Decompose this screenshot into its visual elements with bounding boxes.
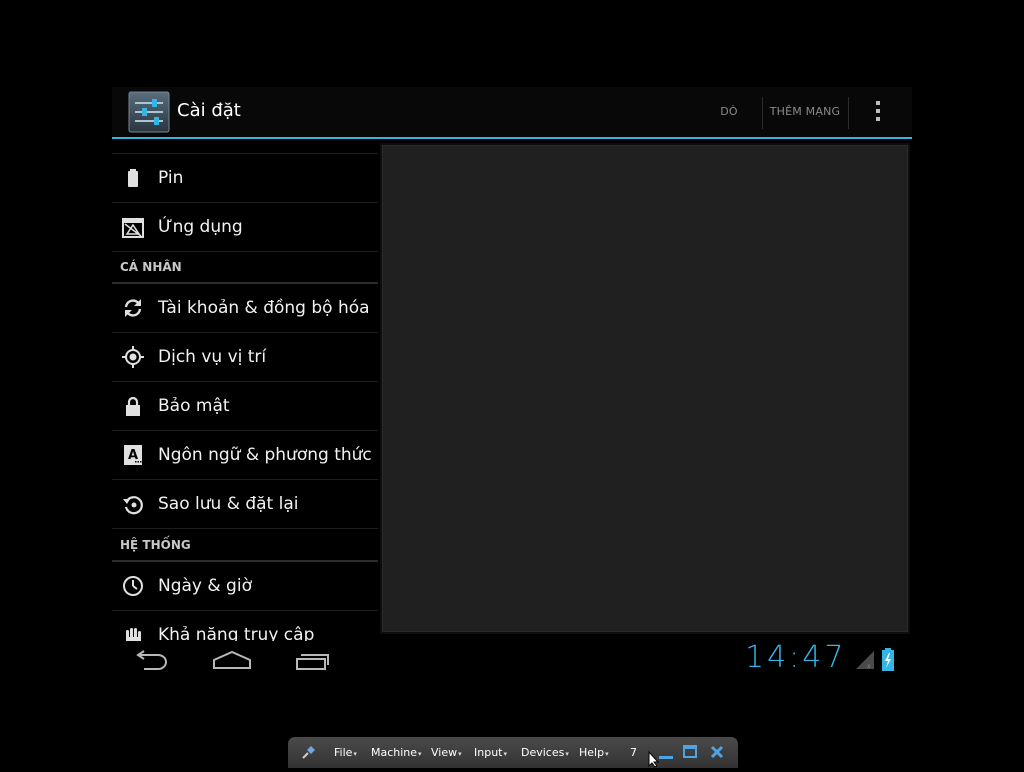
add-network-button[interactable]: THÊM MẠNG — [763, 87, 847, 137]
scan-button[interactable]: DÒ — [704, 87, 754, 137]
svg-text:x: x — [867, 663, 871, 670]
page-title: Cài đặt — [177, 100, 241, 121]
language-icon: A — [122, 444, 144, 466]
settings-item-label: Sao lưu & đặt lại — [158, 494, 299, 514]
home-icon[interactable] — [212, 650, 252, 674]
detail-pane — [380, 143, 910, 634]
settings-item-label: Ứng dụng — [158, 217, 243, 237]
action-bar-underline — [112, 137, 912, 139]
settings-item-backup-reset[interactable]: Sao lưu & đặt lại — [112, 480, 378, 529]
backup-restore-icon — [122, 493, 144, 515]
hand-icon — [122, 624, 144, 641]
menu-view[interactable]: View — [431, 746, 462, 759]
settings-item-label: Bảo mật — [158, 396, 230, 416]
settings-item-location[interactable]: Dịch vụ vị trí — [112, 333, 378, 382]
settings-item-accessibility[interactable]: Khả năng truy cập — [112, 611, 378, 641]
status-clock: 14:47 — [745, 640, 847, 675]
settings-item-date-time[interactable]: Ngày & giờ — [112, 562, 378, 611]
settings-item-accounts-sync[interactable]: Tài khoản & đồng bộ hóa — [112, 284, 378, 333]
apps-icon — [122, 216, 144, 238]
vm-number-label: 7 — [630, 746, 637, 759]
settings-item-label: Ngôn ngữ & phương thức — [158, 445, 372, 465]
menu-help[interactable]: Help — [579, 746, 609, 759]
close-icon[interactable] — [709, 744, 725, 764]
mouse-cursor-icon — [648, 750, 660, 772]
back-icon[interactable] — [134, 650, 170, 676]
menu-file[interactable]: File — [334, 746, 357, 759]
settings-item-label: Tài khoản & đồng bộ hóa — [158, 298, 370, 318]
action-bar: Cài đặt DÒ THÊM MẠNG — [112, 87, 912, 137]
section-header-label: HỆ THỐNG — [120, 538, 191, 552]
settings-item-apps[interactable]: Ứng dụng — [112, 203, 378, 252]
restore-window-icon[interactable] — [682, 744, 698, 764]
signal-icon: x — [855, 650, 875, 674]
clock-icon — [122, 575, 144, 597]
settings-item-label: Khả năng truy cập — [158, 625, 315, 641]
recent-apps-icon[interactable] — [295, 651, 331, 675]
settings-item-label: Pin — [158, 168, 184, 188]
location-icon — [122, 346, 144, 368]
settings-list[interactable]: Pin Ứng dụng CÁ NHÂN Tài khoản & đồng bộ… — [112, 143, 378, 641]
sync-icon — [122, 297, 144, 319]
section-header-personal: CÁ NHÂN — [112, 252, 378, 284]
battery-icon — [122, 167, 144, 189]
android-screen: Cài đặt DÒ THÊM MẠNG Pin Ứng dụng CÁ NHÂ… — [0, 0, 1024, 768]
vbox-mini-toolbar: File Machine View Input Devices Help 7 — [288, 737, 738, 768]
lock-icon — [122, 395, 144, 417]
settings-item-label: Ngày & giờ — [158, 576, 252, 596]
section-header-label: CÁ NHÂN — [120, 260, 182, 274]
settings-item-security[interactable]: Bảo mật — [112, 382, 378, 431]
settings-app-icon[interactable] — [128, 91, 170, 133]
settings-item-language-input[interactable]: A Ngôn ngữ & phương thức — [112, 431, 378, 480]
settings-item-label: Dịch vụ vị trí — [158, 347, 267, 367]
settings-item-battery[interactable]: Pin — [112, 154, 378, 203]
section-header-system: HỆ THỐNG — [112, 530, 378, 562]
menu-input[interactable]: Input — [474, 746, 507, 759]
battery-charging-icon — [880, 648, 896, 676]
svg-text:A: A — [128, 448, 138, 463]
overflow-menu-icon[interactable] — [872, 101, 884, 125]
menu-machine[interactable]: Machine — [371, 746, 422, 759]
action-divider — [848, 97, 849, 129]
menu-devices[interactable]: Devices — [521, 746, 569, 759]
pin-icon[interactable] — [301, 744, 317, 764]
minimize-icon[interactable] — [658, 746, 674, 765]
